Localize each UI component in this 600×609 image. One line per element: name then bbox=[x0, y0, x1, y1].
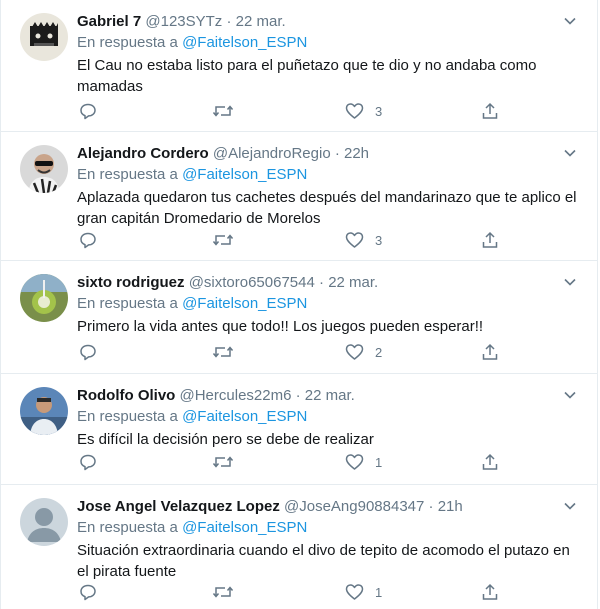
reply-button[interactable] bbox=[79, 343, 97, 361]
tweet-text: El Cau no estaba listo para el puñetazo … bbox=[77, 57, 537, 95]
avatar[interactable] bbox=[20, 274, 68, 322]
display-name[interactable]: Rodolfo Olivo bbox=[77, 387, 175, 404]
tweet-text: Primero la vida antes que todo!! Los jue… bbox=[77, 318, 484, 335]
avatar[interactable] bbox=[20, 13, 68, 61]
avatar[interactable] bbox=[20, 387, 68, 435]
reply-context: En respuesta a @Faitelson_ESPN bbox=[77, 165, 583, 185]
reply-context: En respuesta a @Faitelson_ESPN bbox=[77, 518, 583, 538]
mention-link[interactable]: @Faitelson_ESPN bbox=[182, 166, 307, 183]
timestamp[interactable]: 22 mar. bbox=[328, 274, 378, 291]
like-button[interactable]: 1 bbox=[345, 583, 382, 601]
like-button[interactable]: 2 bbox=[345, 343, 382, 361]
heart-icon bbox=[345, 344, 364, 360]
reply-prefix: En respuesta a bbox=[77, 34, 178, 51]
retweet-button[interactable] bbox=[213, 343, 233, 361]
display-name[interactable]: sixto rodriguez bbox=[77, 274, 185, 291]
reply-prefix: En respuesta a bbox=[77, 519, 178, 536]
like-count: 3 bbox=[375, 103, 383, 119]
display-name[interactable]: Jose Angel Velazquez Lopez bbox=[77, 498, 280, 515]
reply-button[interactable] bbox=[79, 231, 97, 249]
user-handle[interactable]: @JoseAng90884347 bbox=[284, 498, 424, 515]
mention-link[interactable]: @Faitelson_ESPN bbox=[182, 295, 307, 312]
avatar[interactable] bbox=[20, 145, 68, 193]
display-name[interactable]: Gabriel 7 bbox=[77, 13, 141, 30]
user-handle[interactable]: @sixtoro65067544 bbox=[189, 274, 315, 291]
retweet-button[interactable] bbox=[213, 583, 233, 601]
mention-link[interactable]: @Faitelson_ESPN bbox=[182, 408, 307, 425]
timestamp[interactable]: 21h bbox=[438, 498, 463, 515]
replies-feed: Gabriel 7 @123SYTz · 22 mar. En respuest… bbox=[0, 0, 600, 609]
user-handle[interactable]: @Hercules22m6 bbox=[180, 387, 292, 404]
chevron-down-icon[interactable] bbox=[561, 12, 579, 30]
like-count: 2 bbox=[375, 344, 383, 360]
share-icon bbox=[482, 583, 498, 600]
tweet-text: Situación extraordinaria cuando el divo … bbox=[77, 542, 570, 580]
chevron-down-icon[interactable] bbox=[561, 273, 579, 291]
comment-icon bbox=[80, 232, 96, 249]
comment-icon bbox=[80, 454, 96, 471]
reply-button[interactable] bbox=[79, 102, 97, 120]
chevron-down-icon[interactable] bbox=[561, 144, 579, 162]
heart-icon bbox=[345, 584, 364, 600]
chevron-down-icon[interactable] bbox=[561, 497, 579, 515]
share-icon bbox=[482, 343, 498, 360]
share-button[interactable] bbox=[481, 453, 499, 471]
comment-icon bbox=[80, 584, 96, 601]
share-icon bbox=[482, 102, 498, 119]
comment-icon bbox=[80, 103, 96, 120]
retweet-button[interactable] bbox=[213, 453, 233, 471]
reply-context: En respuesta a @Faitelson_ESPN bbox=[77, 33, 583, 53]
timestamp[interactable]: 22h bbox=[344, 145, 369, 162]
retweet-icon bbox=[213, 456, 233, 468]
comment-icon bbox=[80, 344, 96, 361]
share-button[interactable] bbox=[481, 231, 499, 249]
reply-prefix: En respuesta a bbox=[77, 408, 178, 425]
retweet-button[interactable] bbox=[213, 102, 233, 120]
retweet-icon bbox=[213, 586, 233, 598]
retweet-icon bbox=[213, 105, 233, 117]
user-handle[interactable]: @AlejandroRegio bbox=[213, 145, 331, 162]
reply-button[interactable] bbox=[79, 453, 97, 471]
tweet-text: Es difícil la decisión pero se debe de r… bbox=[77, 431, 374, 448]
user-handle[interactable]: @123SYTz bbox=[145, 13, 222, 30]
tweet[interactable]: Alejandro Cordero @AlejandroRegio · 22h … bbox=[0, 132, 598, 261]
reply-prefix: En respuesta a bbox=[77, 295, 178, 312]
reply-context: En respuesta a @Faitelson_ESPN bbox=[77, 294, 583, 314]
reply-context: En respuesta a @Faitelson_ESPN bbox=[77, 407, 583, 427]
share-button[interactable] bbox=[481, 583, 499, 601]
heart-icon bbox=[345, 232, 364, 248]
like-count: 1 bbox=[375, 454, 383, 470]
share-button[interactable] bbox=[481, 102, 499, 120]
share-icon bbox=[482, 231, 498, 248]
heart-icon bbox=[345, 454, 364, 470]
tweet-text: Aplazada quedaron tus cachetes después d… bbox=[77, 189, 577, 227]
tweet[interactable]: Gabriel 7 @123SYTz · 22 mar. En respuest… bbox=[0, 0, 598, 132]
tweet[interactable]: Rodolfo Olivo @Hercules22m6 · 22 mar. En… bbox=[0, 374, 598, 485]
like-count: 3 bbox=[375, 232, 383, 248]
reply-button[interactable] bbox=[79, 583, 97, 601]
timestamp[interactable]: 22 mar. bbox=[236, 13, 286, 30]
avatar[interactable] bbox=[20, 498, 68, 546]
retweet-icon bbox=[213, 346, 233, 358]
like-button[interactable]: 1 bbox=[345, 453, 382, 471]
share-icon bbox=[482, 453, 498, 470]
timestamp[interactable]: 22 mar. bbox=[305, 387, 355, 404]
mention-link[interactable]: @Faitelson_ESPN bbox=[182, 519, 307, 536]
tweet[interactable]: sixto rodriguez @sixtoro65067544 · 22 ma… bbox=[0, 261, 598, 374]
heart-icon bbox=[345, 103, 364, 119]
retweet-icon bbox=[213, 234, 233, 246]
like-button[interactable]: 3 bbox=[345, 231, 382, 249]
display-name[interactable]: Alejandro Cordero bbox=[77, 145, 209, 162]
like-button[interactable]: 3 bbox=[345, 102, 382, 120]
retweet-button[interactable] bbox=[213, 231, 233, 249]
tweet[interactable]: Jose Angel Velazquez Lopez @JoseAng90884… bbox=[0, 485, 598, 609]
reply-prefix: En respuesta a bbox=[77, 166, 178, 183]
chevron-down-icon[interactable] bbox=[561, 386, 579, 404]
share-button[interactable] bbox=[481, 343, 499, 361]
like-count: 1 bbox=[375, 584, 383, 600]
mention-link[interactable]: @Faitelson_ESPN bbox=[182, 34, 307, 51]
